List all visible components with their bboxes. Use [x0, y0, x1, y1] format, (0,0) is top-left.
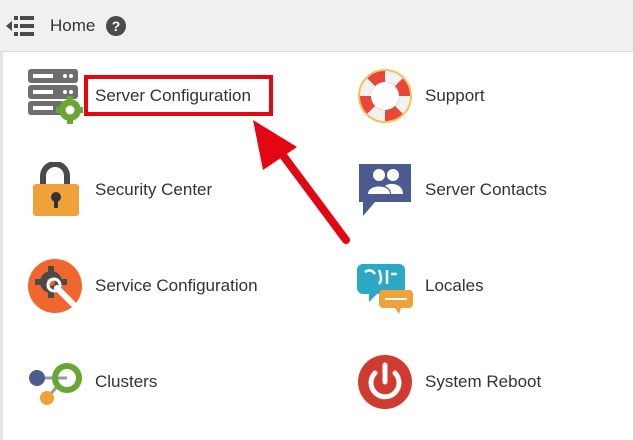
- menu-collapse-icon[interactable]: [6, 13, 36, 39]
- tile-label: System Reboot: [425, 372, 542, 391]
- tile-label: Clusters: [95, 372, 158, 391]
- tile-server-contacts[interactable]: Server Contacts: [357, 162, 633, 222]
- padlock-icon: [27, 161, 83, 218]
- tile-label: Service Configuration: [95, 276, 258, 295]
- tile-server-configuration[interactable]: Server Configuration: [27, 68, 317, 128]
- wrench-gear-icon: [27, 258, 83, 314]
- tile-system-reboot[interactable]: System Reboot: [357, 354, 633, 414]
- server-gear-icon: [27, 68, 83, 124]
- tile-service-configuration[interactable]: Service Configuration: [27, 258, 317, 318]
- help-circle-icon[interactable]: ?: [106, 16, 126, 36]
- power-icon: [357, 354, 413, 410]
- tile-label: Support: [425, 86, 485, 105]
- tile-label: Security Center: [95, 180, 213, 199]
- top-bar: Home ?: [0, 0, 633, 52]
- tile-label: Server Contacts: [425, 180, 547, 199]
- tile-locales[interactable]: Locales: [357, 258, 633, 318]
- locales-speech-icon: [357, 258, 413, 314]
- clusters-icon: [27, 354, 83, 410]
- tile-support[interactable]: Support: [357, 68, 633, 128]
- tile-security-center[interactable]: Security Center: [27, 161, 317, 222]
- page-title: Home: [50, 16, 96, 35]
- tile-clusters[interactable]: Clusters: [27, 354, 317, 414]
- tile-label: Server Configuration: [95, 86, 251, 105]
- contacts-icon: [357, 162, 413, 218]
- tile-label: Locales: [425, 276, 484, 295]
- panel-edge: [0, 52, 3, 440]
- lifebuoy-icon: [357, 68, 413, 124]
